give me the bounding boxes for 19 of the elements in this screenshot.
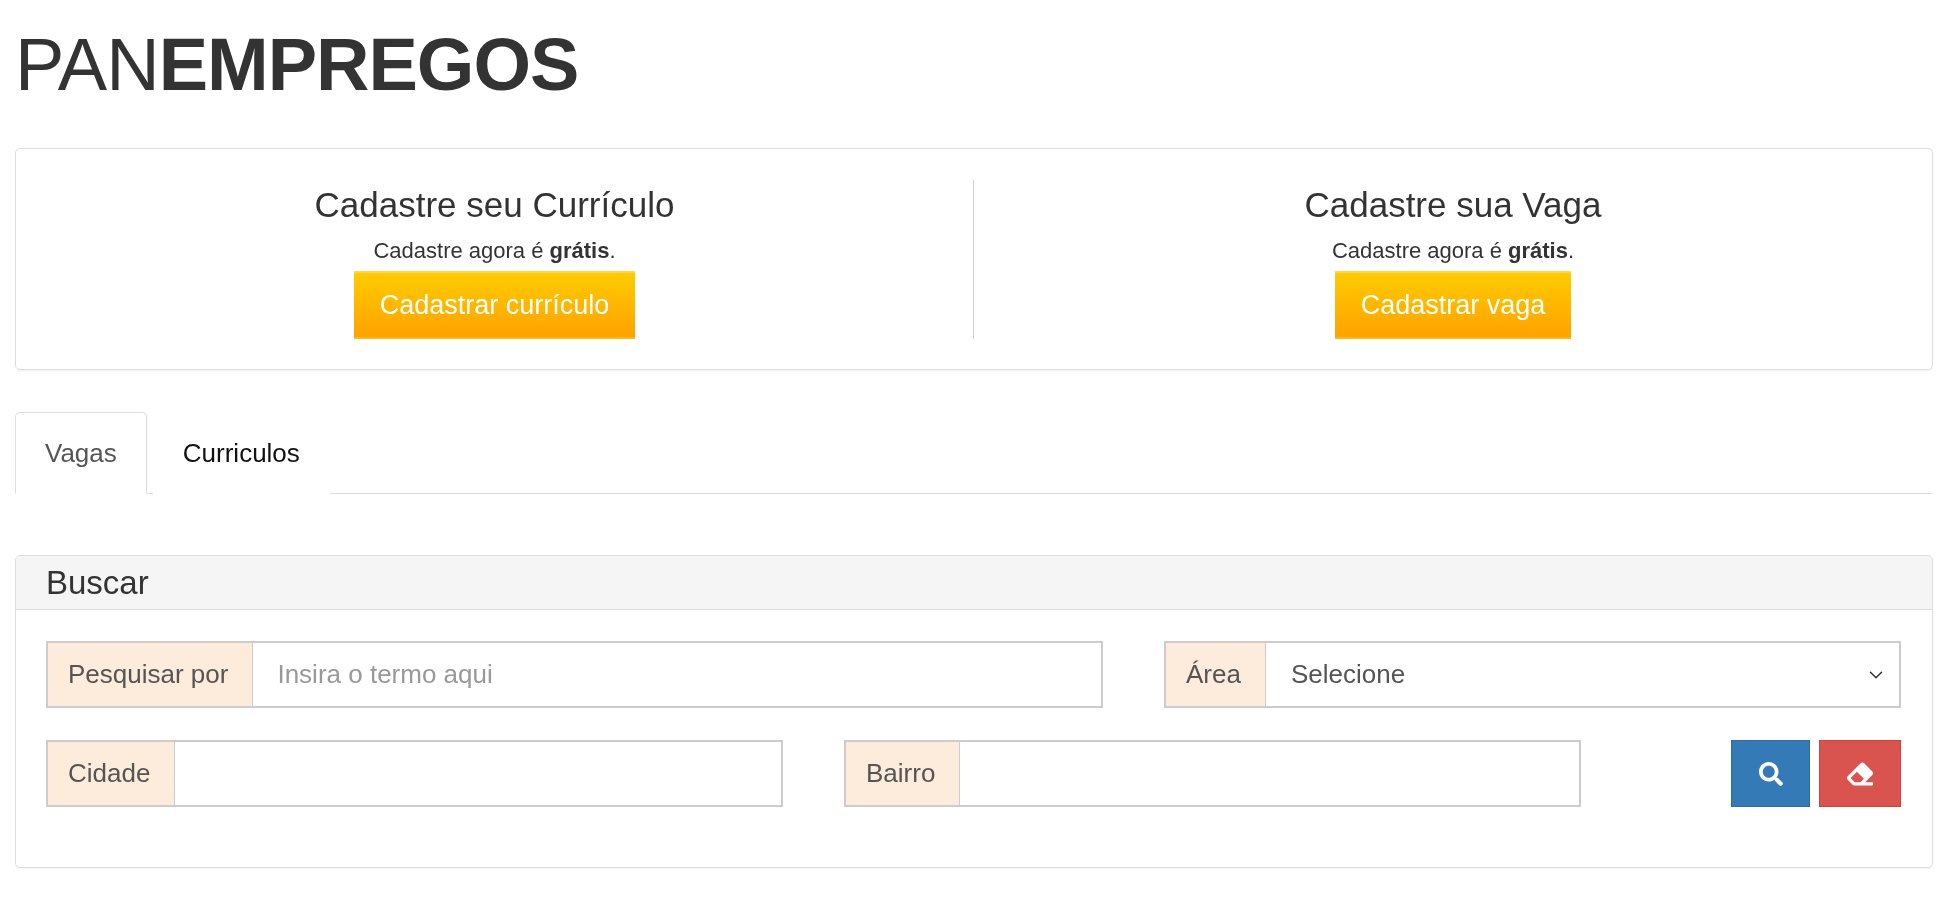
field-label: Pesquisar por: [46, 641, 254, 708]
clear-button[interactable]: [1819, 740, 1901, 807]
panel-title: Buscar: [46, 563, 149, 602]
select-field[interactable]: Selecione: [1265, 641, 1901, 708]
input-field[interactable]: [960, 740, 1581, 807]
field-label: Área: [1164, 641, 1266, 708]
field-label: Cidade: [46, 740, 176, 807]
promo-text: Cadastre agora é grátis.: [1331, 237, 1575, 265]
input-field[interactable]: [175, 740, 783, 807]
site-logo[interactable]: PANEMPREGOS: [15, 20, 579, 110]
promo-title: Cadastre sua Vaga: [1304, 184, 1602, 226]
eraser-icon: [1847, 760, 1873, 787]
promo-text: Cadastre agora é grátis.: [373, 237, 616, 265]
promo-title: Cadastre seu Currículo: [314, 184, 675, 226]
tab[interactable]: Vagas: [15, 412, 147, 494]
search-button[interactable]: [1731, 740, 1810, 807]
search-icon: [1758, 761, 1783, 786]
field-label: Bairro: [844, 740, 961, 807]
input-field[interactable]: Insira o termo aqui: [253, 641, 1103, 708]
